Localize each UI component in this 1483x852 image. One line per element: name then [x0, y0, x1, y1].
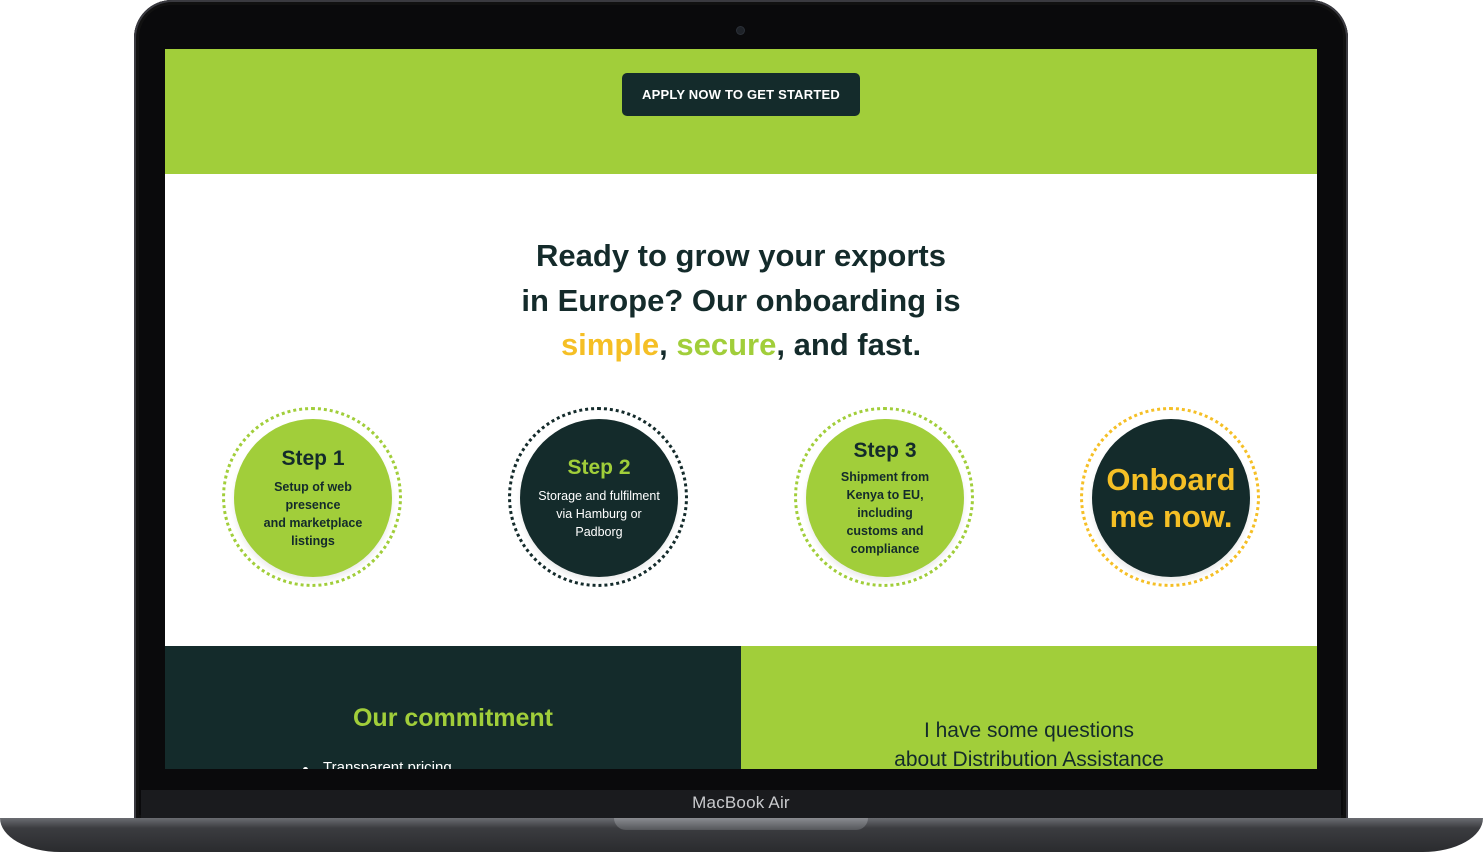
step-1-circle: Step 1 Setup of web presence and marketp…	[222, 407, 402, 587]
onboard-line-2: me now.	[1109, 499, 1233, 534]
onboarding-headline: Ready to grow your exports in Europe? Ou…	[441, 234, 1041, 368]
onboard-me-now-button[interactable]: Onboard me now.	[1080, 407, 1260, 587]
step-2-desc-line: via Hamburg or	[556, 507, 642, 521]
laptop-screen: APPLY NOW TO GET STARTED Ready to grow y…	[165, 49, 1317, 769]
step-2-description: Storage and fulfilment via Hamburg or Pa…	[530, 487, 668, 541]
word-secure: secure	[676, 327, 777, 362]
commitment-item: Transparent pricing	[303, 759, 452, 769]
questions-line-1: I have some questions	[923, 719, 1135, 742]
step-1-desc-line: listings	[291, 534, 335, 548]
step-1-description: Setup of web presence and marketplace li…	[256, 478, 371, 550]
step-2-circle: Step 2 Storage and fulfilment via Hambur…	[508, 407, 688, 587]
laptop-hinge-notch	[614, 818, 868, 830]
step-2-title: Step 2	[567, 456, 631, 479]
step-3-desc-line: Shipment from	[840, 470, 930, 484]
commitment-title: Our commitment	[352, 704, 554, 732]
word-simple: simple	[560, 327, 660, 362]
headline-line-1: Ready to grow your exports	[536, 238, 946, 273]
step-3-title: Step 3	[853, 439, 917, 462]
step-3-desc-line: compliance	[850, 542, 920, 556]
questions-link[interactable]: I have some questions about Distribution…	[741, 716, 1317, 769]
step-3-desc-line: customs and	[846, 524, 924, 538]
device-brand-label: MacBook Air	[692, 793, 790, 812]
step-2-desc-line: Storage and fulfilment	[538, 489, 660, 503]
hero-banner: APPLY NOW TO GET STARTED	[165, 49, 1317, 174]
questions-line-2: about Distribution Assistance	[894, 748, 1164, 769]
headline-line-3: simple, secure, and fast.	[441, 323, 1041, 368]
camera-icon	[737, 27, 744, 34]
step-1-desc-line: Setup of web	[274, 480, 352, 494]
headline-tail: , and fast.	[776, 327, 922, 362]
headline-line-2: in Europe? Our onboarding is	[521, 282, 961, 318]
step-3-desc-line: Kenya to EU,	[846, 488, 924, 502]
onboard-line-1: Onboard	[1106, 462, 1236, 497]
step-3-description: Shipment from Kenya to EU, including cus…	[833, 468, 937, 558]
step-3-desc-line: including	[857, 506, 913, 520]
step-1-desc-line: and marketplace	[263, 516, 363, 530]
separator-comma: ,	[659, 327, 677, 362]
apply-now-button[interactable]: APPLY NOW TO GET STARTED	[622, 73, 860, 116]
step-1-desc-line: presence	[285, 498, 341, 512]
step-2-desc-line: Padborg	[575, 525, 623, 539]
step-1-title: Step 1	[281, 447, 345, 470]
step-3-circle: Step 3 Shipment from Kenya to EU, includ…	[794, 407, 974, 587]
